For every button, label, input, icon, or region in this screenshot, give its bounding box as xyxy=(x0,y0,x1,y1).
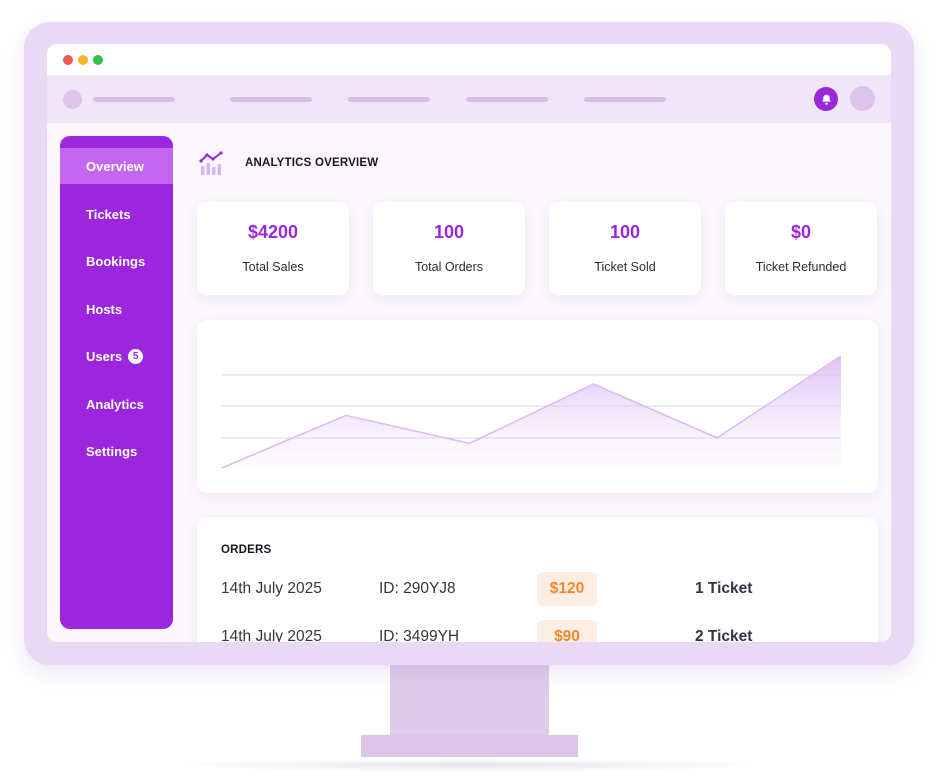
analytics-chart-card xyxy=(197,320,878,493)
orders-title: ORDERS xyxy=(221,544,272,556)
sidebar-item-settings[interactable]: Settings xyxy=(60,433,173,469)
stat-value: 100 xyxy=(433,222,465,242)
nav-link-placeholder[interactable] xyxy=(348,97,430,102)
sidebar-item-label: Hosts xyxy=(86,301,123,317)
stat-card-ticket-refunded: $0 Ticket Refunded xyxy=(725,202,877,295)
sidebar-item-tickets[interactable]: Tickets xyxy=(60,196,173,232)
window-titlebar xyxy=(47,44,891,75)
nav-link-placeholder[interactable] xyxy=(466,97,548,102)
analytics-area-chart xyxy=(221,355,842,469)
sidebar-item-analytics[interactable]: Analytics xyxy=(60,386,173,422)
monitor-stand-neck xyxy=(390,665,549,735)
sidebar-item-hosts[interactable]: Hosts xyxy=(60,291,173,327)
sidebar-item-overview[interactable]: Overview xyxy=(60,148,173,184)
order-date: 14th July 2025 xyxy=(221,628,322,642)
order-quantity: 1 Ticket xyxy=(695,580,753,597)
sidebar-item-users[interactable]: Users 5 xyxy=(60,338,173,374)
order-date: 14th July 2025 xyxy=(221,580,322,597)
sidebar-item-label: Analytics xyxy=(86,396,144,412)
stat-label: Ticket Refunded xyxy=(755,260,847,274)
sidebar-item-label: Tickets xyxy=(86,206,131,222)
monitor-stand-base xyxy=(361,735,578,757)
order-amount: $90 xyxy=(537,620,597,642)
notification-bell-button[interactable] xyxy=(814,87,838,111)
sidebar-item-label: Overview xyxy=(86,158,144,174)
stat-value: $4200 xyxy=(247,222,299,242)
sidebar-item-label: Settings xyxy=(86,443,138,459)
sidebar-item-bookings[interactable]: Bookings xyxy=(60,243,173,279)
bell-icon xyxy=(821,94,831,105)
stat-value: 100 xyxy=(609,222,641,242)
sidebar-item-label: Users xyxy=(86,348,123,364)
avatar[interactable] xyxy=(850,86,875,111)
close-window-dot[interactable] xyxy=(63,55,73,65)
stat-card-total-orders: 100 Total Orders xyxy=(373,202,525,295)
logo-placeholder xyxy=(63,90,82,109)
app-window: Overview Tickets Bookings Hosts Users 5 … xyxy=(47,44,891,642)
analytics-chart-icon xyxy=(199,151,223,175)
maximize-window-dot[interactable] xyxy=(93,55,103,65)
order-id: ID: 290YJ8 xyxy=(379,580,456,597)
top-nav-bar xyxy=(47,75,891,123)
minimize-window-dot[interactable] xyxy=(78,55,88,65)
sidebar: Overview Tickets Bookings Hosts Users 5 … xyxy=(60,136,173,629)
stat-value: $0 xyxy=(790,222,812,242)
users-count-badge: 5 xyxy=(128,348,144,364)
stat-label: Total Sales xyxy=(242,260,304,274)
sidebar-item-label: Bookings xyxy=(86,253,146,269)
chart-area-fill xyxy=(222,356,841,468)
app-name-placeholder xyxy=(93,97,175,102)
stat-card-total-sales: $4200 Total Sales xyxy=(197,202,349,295)
stat-label: Total Orders xyxy=(414,260,484,274)
stat-card-ticket-sold: 100 Ticket Sold xyxy=(549,202,701,295)
nav-link-placeholder[interactable] xyxy=(584,97,666,102)
order-amount: $120 xyxy=(537,572,597,606)
nav-link-placeholder[interactable] xyxy=(230,97,312,102)
order-id: ID: 3499YH xyxy=(379,628,460,642)
order-quantity: 2 Ticket xyxy=(695,628,753,642)
analytics-overview-title: ANALYTICS OVERVIEW xyxy=(245,157,379,169)
stat-label: Ticket Sold xyxy=(594,260,656,274)
monitor-stand-shadow xyxy=(170,758,770,772)
orders-card: ORDERS 14th July 2025 ID: 290YJ8 $120 1 … xyxy=(197,517,878,642)
